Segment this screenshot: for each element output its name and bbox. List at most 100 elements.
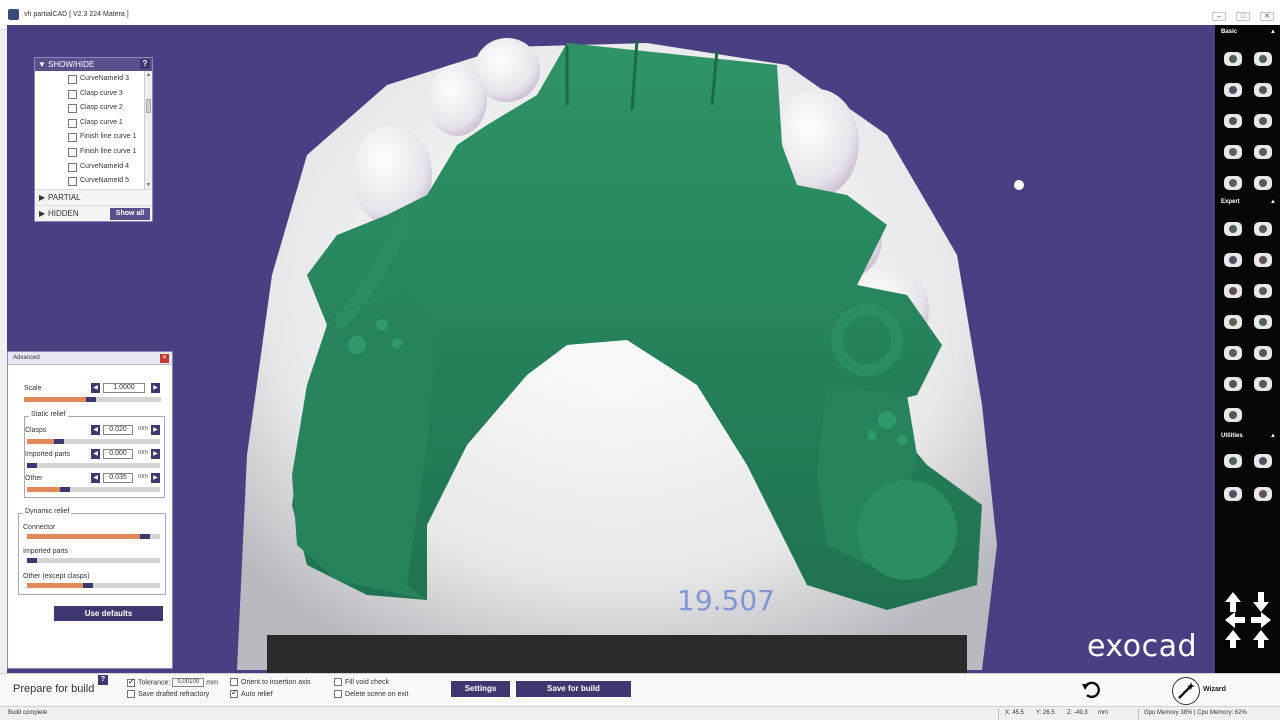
partial-section[interactable]: ▶ PARTIAL xyxy=(35,189,152,205)
teeth-icon[interactable] xyxy=(1251,171,1275,195)
tooth-blob-icon[interactable] xyxy=(1221,109,1245,133)
slider-knob[interactable] xyxy=(54,439,64,444)
list-item[interactable]: Clasp curve 2 xyxy=(35,102,152,117)
imported-parts-slider[interactable] xyxy=(27,463,160,468)
help-button[interactable]: ? xyxy=(98,675,108,685)
pliers-icon[interactable] xyxy=(1251,449,1275,473)
dynamic-imported-parts-slider[interactable] xyxy=(27,558,160,563)
wizard-label[interactable]: Wizard xyxy=(1203,686,1226,693)
visibility-checkbox[interactable] xyxy=(68,177,77,187)
other-except-clasps-slider[interactable] xyxy=(27,583,160,588)
bar-icon[interactable] xyxy=(1221,217,1245,241)
ribbon-icon[interactable] xyxy=(1221,171,1245,195)
visibility-checkbox[interactable] xyxy=(68,118,77,128)
remove-tooth-icon[interactable] xyxy=(1251,482,1275,506)
scale-slider[interactable] xyxy=(24,397,161,402)
slider-knob[interactable] xyxy=(27,463,37,468)
lattice-icon[interactable] xyxy=(1251,279,1275,303)
decrement-button[interactable]: ◀ xyxy=(91,449,100,459)
other-slider[interactable] xyxy=(27,487,160,492)
scroll-down-icon[interactable]: ▼ xyxy=(146,182,151,188)
visibility-checkbox[interactable] xyxy=(68,133,77,143)
connector-slider[interactable] xyxy=(27,534,160,539)
toggle-icon[interactable] xyxy=(1251,109,1275,133)
increment-button[interactable]: ▶ xyxy=(151,425,160,435)
list-item[interactable]: CurveNameId 3 xyxy=(35,73,152,88)
close-window-button[interactable]: ✕ xyxy=(1260,12,1274,21)
slider-knob[interactable] xyxy=(27,558,37,563)
dots-pattern-icon[interactable] xyxy=(1221,279,1245,303)
3d-viewport[interactable]: 19.507 exocad xyxy=(7,25,1215,673)
imported-parts-input[interactable]: 0.000 xyxy=(103,449,133,459)
tooth-group-icon[interactable] xyxy=(1221,248,1245,272)
list-item[interactable]: CurveNameId 4 xyxy=(35,161,152,176)
collapse-expert-icon[interactable]: ▲ xyxy=(1270,199,1276,205)
pen-plus-icon[interactable] xyxy=(1251,217,1275,241)
save-for-build-button[interactable]: Save for build xyxy=(516,681,631,697)
visibility-checkbox[interactable] xyxy=(68,104,77,114)
scrollbar-thumb[interactable] xyxy=(146,99,151,113)
bead-icon[interactable] xyxy=(1221,341,1245,365)
scroll-up-icon[interactable]: ▲ xyxy=(146,72,151,78)
scissors-icon[interactable] xyxy=(1221,449,1245,473)
list-scrollbar[interactable]: ▲ ▼ xyxy=(144,71,152,189)
show-all-button[interactable]: Show all xyxy=(110,208,150,220)
clasps-slider[interactable] xyxy=(27,439,160,444)
fill-tooth-icon[interactable] xyxy=(1221,482,1245,506)
visibility-checkbox[interactable] xyxy=(68,75,77,84)
undo-icon[interactable] xyxy=(1081,680,1101,700)
list-item[interactable]: Clasp curve 1 xyxy=(35,117,152,132)
list-item[interactable]: Clasp curve 3 xyxy=(35,88,152,103)
collapse-utilities-icon[interactable]: ▲ xyxy=(1270,433,1276,439)
help-button[interactable]: ? xyxy=(140,59,150,69)
visibility-checkbox[interactable] xyxy=(68,89,77,99)
hidden-section[interactable]: ▶ HIDDEN Show all xyxy=(35,205,152,221)
milling-icon[interactable] xyxy=(1221,47,1245,71)
increment-button[interactable]: ▶ xyxy=(151,449,160,459)
decrement-button[interactable]: ◀ xyxy=(91,425,100,435)
clasps-input[interactable]: 0.020 xyxy=(103,425,133,435)
other-input[interactable]: 0.035 xyxy=(103,473,133,483)
scan-icon[interactable] xyxy=(1251,140,1275,164)
navigate-arrows-icon[interactable] xyxy=(1223,590,1273,650)
mesh-cap-icon[interactable] xyxy=(1221,140,1245,164)
fill-void-checkbox[interactable] xyxy=(334,678,342,686)
layer-icon[interactable] xyxy=(1221,403,1245,427)
drop-icon[interactable] xyxy=(1251,310,1275,334)
increment-button[interactable]: ▶ xyxy=(151,383,160,393)
dots-cluster-icon[interactable] xyxy=(1251,341,1275,365)
minimize-button[interactable]: – xyxy=(1212,12,1226,21)
slider-knob[interactable] xyxy=(60,487,70,492)
stamp-icon[interactable] xyxy=(1221,372,1245,396)
auto-relief-checkbox[interactable] xyxy=(230,688,238,698)
wave-icon[interactable] xyxy=(1221,78,1245,102)
slider-knob[interactable] xyxy=(86,397,96,402)
decrement-button[interactable]: ◀ xyxy=(91,383,100,393)
wizard-icon[interactable] xyxy=(1172,677,1200,705)
slider-knob[interactable] xyxy=(140,534,150,539)
save-drafted-checkbox[interactable] xyxy=(127,690,135,698)
use-defaults-button[interactable]: Use defaults xyxy=(54,606,163,621)
tolerance-input[interactable]: 0.00100 xyxy=(172,678,205,687)
increment-button[interactable]: ▶ xyxy=(151,473,160,483)
tolerance-checkbox[interactable] xyxy=(127,677,135,687)
visibility-checkbox[interactable] xyxy=(68,162,77,172)
show-hide-header[interactable]: ▼ SHOW/HIDE ? xyxy=(35,58,152,71)
orient-checkbox[interactable] xyxy=(230,678,238,686)
slider-knob[interactable] xyxy=(83,583,93,588)
dotted-shape-icon[interactable] xyxy=(1221,310,1245,334)
dentures-icon[interactable] xyxy=(1251,248,1275,272)
close-panel-button[interactable]: ✕ xyxy=(160,354,169,363)
list-item[interactable]: Finish line curve 1 xyxy=(35,131,152,146)
scale-input[interactable]: 1.0000 xyxy=(103,383,145,393)
list-item[interactable]: CurveNameId 5 xyxy=(35,175,152,190)
hook-icon[interactable] xyxy=(1251,78,1275,102)
visibility-checkbox[interactable] xyxy=(68,147,77,157)
camera-icon[interactable] xyxy=(1251,47,1275,71)
maximize-button[interactable]: □ xyxy=(1236,12,1250,21)
collapse-basic-icon[interactable]: ▲ xyxy=(1270,29,1276,35)
delete-scene-checkbox[interactable] xyxy=(334,690,342,698)
list-item[interactable]: Finish line curve 1 xyxy=(35,146,152,161)
text-icon[interactable] xyxy=(1251,372,1275,396)
settings-button[interactable]: Settings xyxy=(451,681,510,697)
